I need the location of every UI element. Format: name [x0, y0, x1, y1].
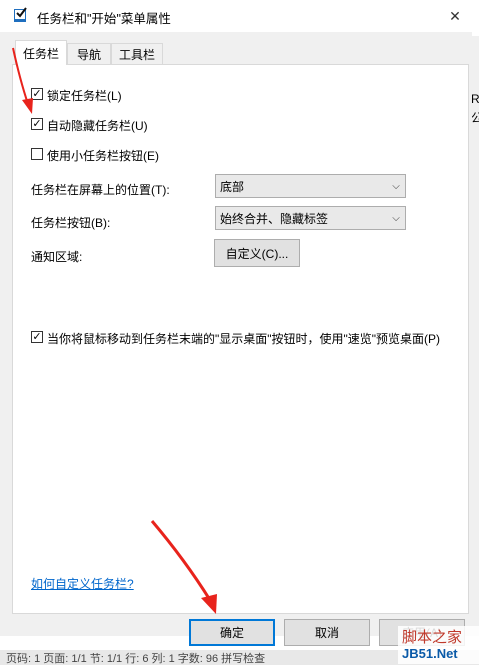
background-text: 公 — [471, 111, 479, 125]
position-dropdown[interactable]: 底部 ⌵ — [215, 174, 406, 198]
help-link[interactable]: 如何自定义任务栏? — [31, 575, 134, 592]
title-bar: 任务栏和"开始"菜单属性 ✕ — [0, 0, 479, 32]
watermark-url: JB51.Net — [402, 646, 458, 661]
position-value: 底部 — [220, 179, 245, 194]
window-title: 任务栏和"开始"菜单属性 — [37, 12, 171, 26]
taskbar-buttons-label: 任务栏按钮(B): — [31, 216, 111, 230]
small-buttons-label: 使用小任务栏按钮(E) — [47, 149, 159, 163]
small-buttons-checkbox[interactable] — [31, 148, 43, 160]
watermark-text: 脚本之家 — [402, 629, 463, 646]
taskbar-buttons-value: 始终合并、隐藏标签 — [220, 211, 329, 226]
background-window: R 公 — [471, 36, 479, 636]
background-text: R — [471, 92, 479, 106]
lock-taskbar-label: 锁定任务栏(L) — [47, 89, 122, 103]
checkmark-icon: ✓ — [32, 330, 42, 343]
cancel-button[interactable]: 取消 — [284, 619, 370, 646]
customize-button[interactable]: 自定义(C)... — [214, 239, 300, 267]
checkmark-icon: ✓ — [32, 87, 42, 100]
chevron-down-icon: ⌵ — [392, 212, 400, 224]
notification-area-label: 通知区域: — [31, 250, 83, 264]
peek-checkbox[interactable]: ✓ — [31, 331, 43, 343]
auto-hide-label: 自动隐藏任务栏(U) — [47, 119, 148, 133]
tab-taskbar[interactable]: 任务栏 — [15, 40, 67, 65]
close-icon: ✕ — [449, 7, 461, 24]
chevron-down-icon: ⌵ — [392, 180, 400, 192]
checkmark-icon: ✓ — [32, 117, 42, 130]
auto-hide-checkbox[interactable]: ✓ — [31, 118, 43, 130]
taskbar-buttons-dropdown[interactable]: 始终合并、隐藏标签 ⌵ — [215, 206, 406, 230]
peek-label: 当你将鼠标移动到任务栏末端的"显示桌面"按钮时，使用"速览"预览桌面(P) — [47, 332, 441, 346]
lock-taskbar-checkbox[interactable]: ✓ — [31, 88, 43, 100]
close-button[interactable]: ✕ — [441, 2, 469, 30]
ok-button[interactable]: 确定 — [189, 619, 275, 646]
position-label: 任务栏在屏幕上的位置(T): — [31, 183, 170, 197]
tab-toolbars[interactable]: 工具栏 — [111, 43, 163, 65]
taskbar-properties-icon — [14, 7, 27, 22]
tab-joiner — [16, 64, 66, 66]
tab-navigation[interactable]: 导航 — [67, 43, 111, 65]
